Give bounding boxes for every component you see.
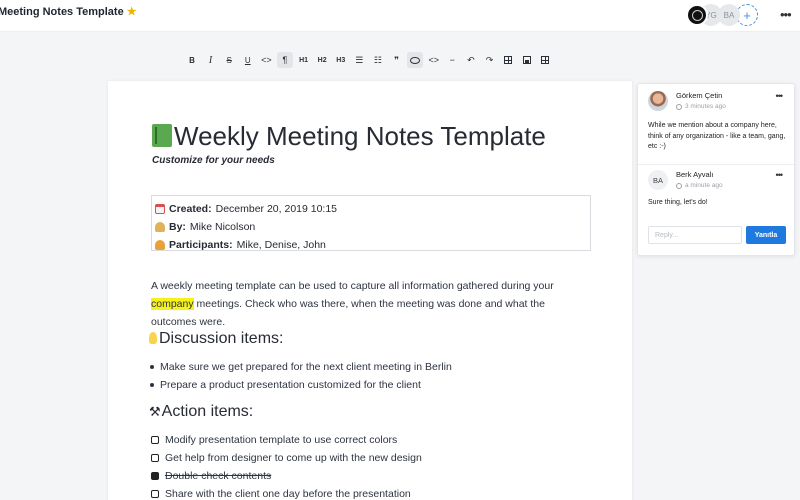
highlighted-comment-anchor[interactable]: company (151, 298, 194, 310)
person-icon (155, 222, 165, 232)
document-title-text: Meeting Notes Template (0, 6, 124, 18)
green-book-icon (152, 124, 172, 147)
code-button[interactable]: <> (258, 52, 274, 68)
participants-value: Mike, Denise, John (236, 239, 326, 251)
discussion-list: Make sure we get prepared for the next c… (160, 358, 452, 394)
avatar (648, 91, 668, 111)
checklist-item: Double check contents (151, 467, 422, 485)
action-checklist: Modify presentation template to use corr… (151, 431, 422, 500)
people-icon (155, 240, 165, 250)
discussion-heading[interactable]: Discussion items: (149, 330, 283, 348)
comment-more-button[interactable]: ••• (776, 170, 784, 180)
task-text[interactable]: Modify presentation template to use corr… (165, 434, 397, 446)
avatar: BA (648, 170, 668, 190)
h3-button[interactable]: H3 (333, 52, 349, 68)
task-checkbox[interactable] (151, 436, 159, 444)
avatar-current-user[interactable] (686, 4, 708, 26)
comment-divider (638, 164, 794, 165)
more-options-button[interactable]: ••• (780, 7, 792, 22)
hammer-pick-icon: ⚒ (149, 404, 161, 419)
h1-button[interactable]: H1 (296, 52, 312, 68)
comment-text: Sure thing, let's do! (648, 199, 708, 206)
comment-button[interactable] (407, 52, 424, 68)
by-label: By: (169, 221, 186, 233)
action-heading[interactable]: ⚒Action items: (149, 403, 253, 421)
checklist-item: Get help from designer to come up with t… (151, 449, 422, 467)
clock-icon (676, 182, 682, 189)
table-button[interactable] (500, 52, 516, 68)
action-heading-text: Action items: (161, 403, 254, 420)
intro-text-end: meetings. Check who was there, when the … (151, 298, 545, 328)
page-title-text: Weekly Meeting Notes Template (174, 121, 546, 151)
italic-button[interactable]: I (203, 52, 219, 68)
clock-icon (676, 103, 682, 110)
comment-more-button[interactable]: ••• (776, 91, 784, 101)
strikethrough-button[interactable]: S (221, 52, 237, 68)
light-bulb-icon (149, 332, 157, 344)
embed-button[interactable]: <> (426, 52, 442, 68)
bold-button[interactable]: B (184, 52, 200, 68)
table-icon (504, 56, 513, 64)
meta-participants: Participants: Mike, Denise, John (155, 236, 590, 254)
created-label: Created: (169, 203, 212, 215)
discussion-heading-text: Discussion items: (159, 330, 284, 347)
task-text[interactable]: Double check contents (165, 470, 271, 482)
comment-icon (410, 56, 421, 64)
meta-created: Created: December 20, 2019 10:15 (155, 200, 590, 218)
ordered-list-button[interactable]: ☷ (370, 52, 386, 68)
list-item[interactable]: Make sure we get prepared for the next c… (160, 358, 452, 376)
task-checkbox-checked[interactable] (151, 472, 159, 480)
list-item[interactable]: Prepare a product presentation customize… (160, 376, 452, 394)
undo-button[interactable]: ↶ (463, 52, 479, 68)
image-icon (522, 56, 531, 64)
comment-time: a minute ago (676, 182, 723, 189)
checklist-item: Share with the client one day before the… (151, 485, 422, 500)
top-bar: Meeting Notes Template ★ YG BA + ••• (0, 0, 800, 32)
intro-text-start: A weekly meeting template can be used to… (151, 280, 554, 292)
image-button[interactable] (519, 52, 535, 68)
participants-label: Participants: (169, 239, 233, 251)
comments-panel: Görkem Çetin 3 minutes ago ••• While we … (637, 83, 795, 256)
editor-toolbar: B I S U <> ¶ H1 H2 H3 ☰ ☷ ❞ <> − ↶ ↷ (184, 51, 556, 69)
reply-input[interactable]: Reply... (648, 226, 742, 244)
comment-header: Görkem Çetin 3 minutes ago (648, 91, 726, 111)
paragraph-button[interactable]: ¶ (276, 52, 293, 68)
page-title[interactable]: Weekly Meeting Notes Template (152, 121, 546, 152)
comment-time-text: a minute ago (685, 182, 723, 189)
reply-button[interactable]: Yanıtla (746, 226, 786, 244)
divider-button[interactable]: − (444, 52, 460, 68)
template-button[interactable] (537, 52, 553, 68)
created-value: December 20, 2019 10:15 (215, 203, 338, 215)
underline-button[interactable]: U (240, 52, 256, 68)
page-subtitle[interactable]: Customize for your needs (152, 155, 275, 166)
comment-time: 3 minutes ago (676, 103, 726, 110)
redo-button[interactable]: ↷ (482, 52, 498, 68)
comment-author: Berk Ayvalı (676, 170, 714, 179)
document-page[interactable]: Weekly Meeting Notes Template Customize … (108, 81, 632, 500)
star-icon[interactable]: ★ (127, 6, 137, 18)
comment-text: While we mention about a company here, t… (648, 122, 786, 150)
task-checkbox[interactable] (151, 454, 159, 462)
meta-by: By: Mike Nicolson (155, 218, 590, 236)
comment-header: BA Berk Ayvalı a minute ago (648, 170, 723, 190)
meta-box[interactable]: Created: December 20, 2019 10:15 By: Mik… (151, 195, 591, 251)
h2-button[interactable]: H2 (314, 52, 330, 68)
comment-time-text: 3 minutes ago (685, 103, 726, 110)
template-icon (541, 56, 550, 64)
by-value: Mike Nicolson (189, 221, 256, 233)
quote-button[interactable]: ❞ (389, 52, 405, 68)
intro-paragraph[interactable]: A weekly meeting template can be used to… (151, 277, 581, 331)
task-text[interactable]: Share with the client one day before the… (165, 488, 411, 500)
task-checkbox[interactable] (151, 490, 159, 498)
checklist-item: Modify presentation template to use corr… (151, 431, 422, 449)
calendar-icon (155, 204, 165, 214)
comment-author: Görkem Çetin (676, 91, 723, 100)
document-title[interactable]: Meeting Notes Template ★ (0, 5, 137, 18)
bullet-list-button[interactable]: ☰ (351, 52, 367, 68)
task-text[interactable]: Get help from designer to come up with t… (165, 452, 422, 464)
